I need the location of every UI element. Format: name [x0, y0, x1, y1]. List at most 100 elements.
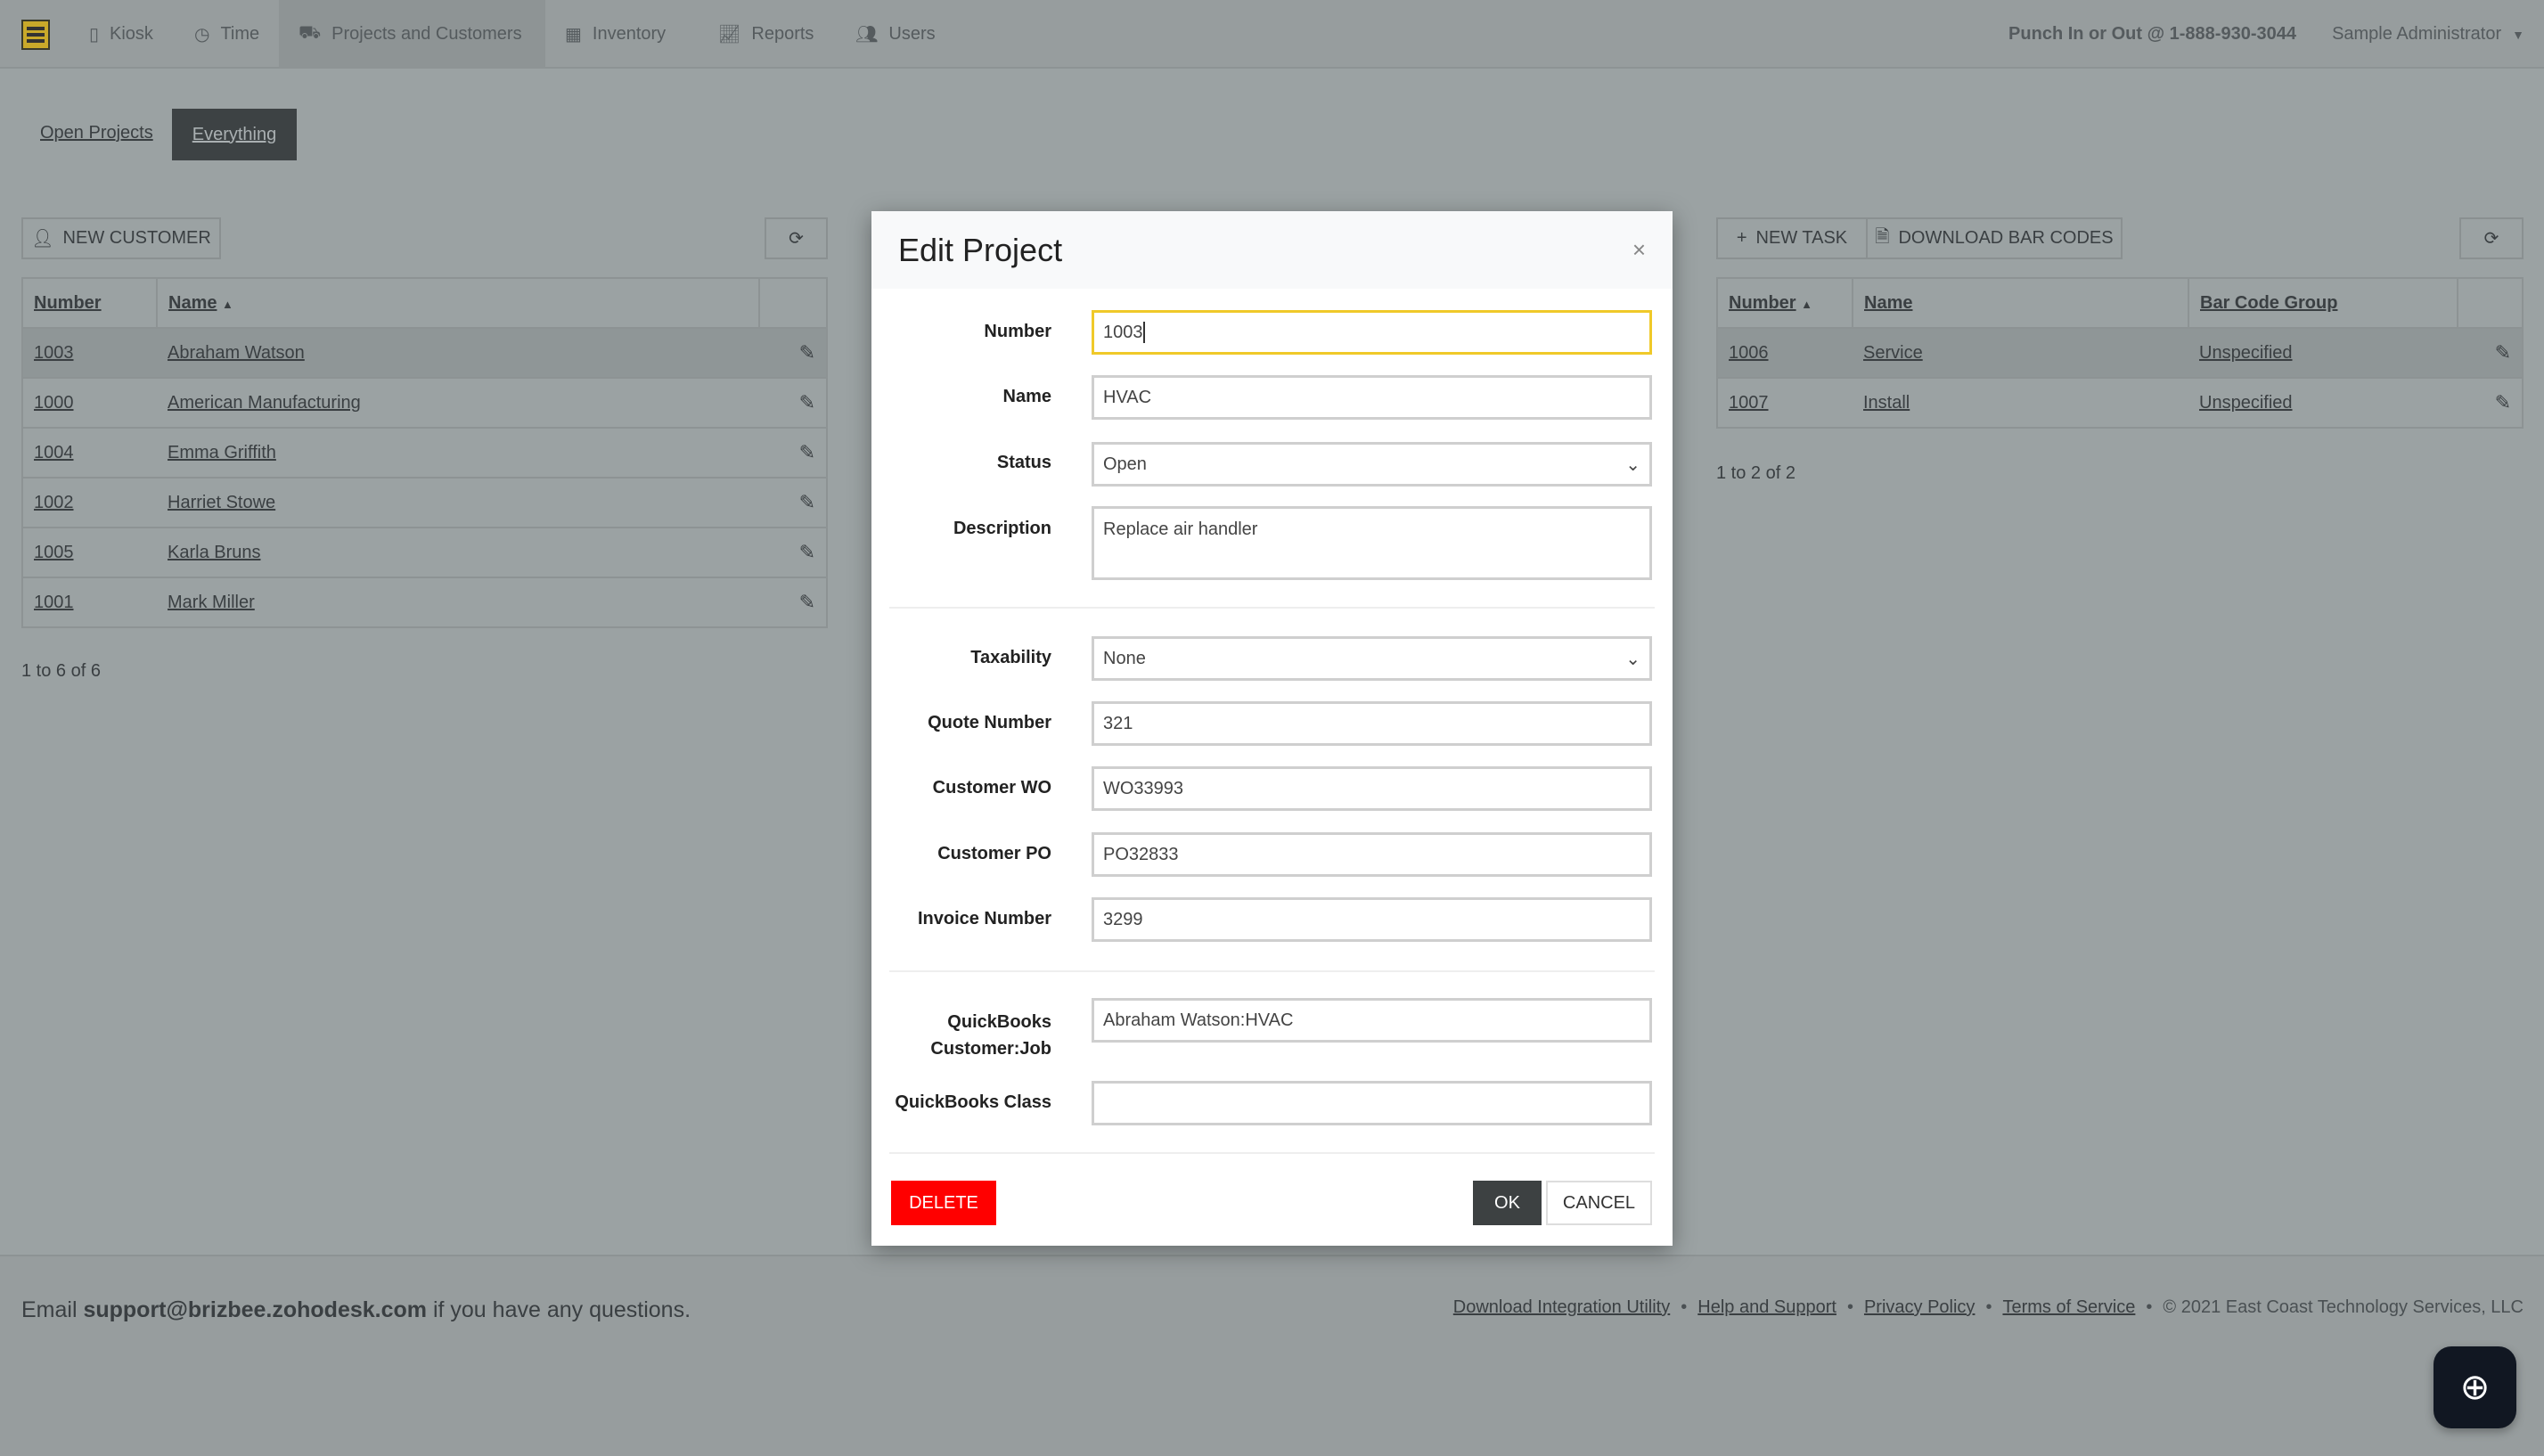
punch-phone: Punch In or Out @ 1-888-930-3044 — [2008, 24, 2296, 44]
table-row[interactable]: 1000 American Manufacturing ✎ — [22, 377, 827, 428]
number-input[interactable]: 1003 — [1092, 310, 1652, 355]
cell-link[interactable]: 1004 — [34, 443, 74, 462]
cell-link[interactable]: Karla Bruns — [168, 543, 261, 562]
nav-projects[interactable]: ⛟ Projects and Customers — [279, 0, 545, 69]
name-input[interactable]: HVAC — [1092, 375, 1652, 420]
table-row[interactable]: 1005 Karla Bruns ✎ — [22, 527, 827, 577]
name-label: Name — [1002, 387, 1051, 406]
nav-inventory[interactable]: ▦ Inventory — [565, 0, 666, 69]
cell-link[interactable]: Emma Griffith — [168, 443, 276, 462]
qb-class-input[interactable] — [1092, 1081, 1652, 1125]
col-bar-code-group[interactable]: Bar Code Group — [2188, 277, 2458, 328]
footer: Email support@brizbee.zohodesk.com if yo… — [0, 1255, 2544, 1456]
table-row[interactable]: 1003 Abraham Watson ✎ — [22, 327, 827, 378]
nav-time[interactable]: ◷ Time — [194, 0, 259, 69]
refresh-tasks-button[interactable]: ⟳ — [2459, 217, 2524, 259]
ok-button[interactable]: OK — [1473, 1181, 1542, 1225]
privacy-policy-link[interactable]: Privacy Policy — [1864, 1297, 1975, 1318]
number-label: Number — [984, 322, 1051, 341]
table-row[interactable]: 1002 Harriet Stowe ✎ — [22, 477, 827, 528]
taxability-select[interactable]: None ⌄ — [1092, 636, 1652, 681]
taxability-label: Taxability — [970, 648, 1051, 667]
logo[interactable] — [21, 20, 50, 50]
pencil-icon[interactable]: ✎ — [799, 491, 815, 513]
user-name: Sample Administrator — [2332, 24, 2502, 44]
download-bar-codes-button[interactable]: 🗎︎ DOWNLOAD BAR CODES — [1866, 217, 2123, 259]
cell-link[interactable]: 1000 — [34, 393, 74, 413]
pencil-icon[interactable]: ✎ — [799, 591, 815, 613]
file-download-icon: 🗎︎ — [1875, 226, 1890, 247]
cell-link[interactable]: American Manufacturing — [168, 393, 361, 413]
customer-wo-input[interactable]: WO33993 — [1092, 766, 1652, 811]
cell-link[interactable]: Unspecified — [2199, 393, 2293, 413]
cell-link[interactable]: Install — [1863, 393, 1910, 413]
cell-link[interactable]: Mark Miller — [168, 593, 255, 612]
table-row[interactable]: 1001 Mark Miller ✎ — [22, 577, 827, 627]
pencil-icon[interactable]: ✎ — [799, 441, 815, 463]
nav-reports[interactable]: 📈︎ Reports — [718, 0, 814, 69]
quote-number-input[interactable]: 321 — [1092, 701, 1652, 746]
customer-wo-label: Customer WO — [932, 778, 1051, 798]
new-task-button[interactable]: + NEW TASK — [1716, 217, 1868, 259]
help-support-link[interactable]: Help and Support — [1697, 1297, 1836, 1318]
invoice-number-input[interactable]: 3299 — [1092, 897, 1652, 942]
pencil-icon[interactable]: ✎ — [799, 341, 815, 364]
description-textarea[interactable]: Replace air handler — [1092, 506, 1652, 580]
user-menu[interactable]: Sample Administrator ▼ — [2332, 0, 2524, 69]
cell-link[interactable]: 1005 — [34, 543, 74, 562]
cell-link[interactable]: Service — [1863, 343, 1923, 363]
cell-link[interactable]: 1002 — [34, 493, 74, 512]
help-widget-button[interactable]: ⊕ — [2434, 1346, 2516, 1428]
customer-po-input[interactable]: PO32833 — [1092, 832, 1652, 877]
download-integration-link[interactable]: Download Integration Utility — [1453, 1297, 1670, 1318]
table-row[interactable]: 1006 Service Unspecified ✎ — [1717, 327, 2523, 378]
chevron-down-icon: ⌄ — [1625, 454, 1640, 475]
cell-link[interactable]: 1003 — [34, 343, 74, 363]
terms-link[interactable]: Terms of Service — [2002, 1297, 2135, 1318]
close-icon[interactable]: × — [1632, 236, 1646, 264]
customers-table: Number Name ▲ 1003 Abraham Watson ✎ 1000 Amer… — [21, 277, 828, 628]
description-label: Description — [953, 519, 1051, 538]
cell-link[interactable]: 1001 — [34, 593, 74, 612]
pencil-icon[interactable]: ✎ — [2495, 391, 2511, 413]
status-select[interactable]: Open ⌄ — [1092, 442, 1652, 487]
cell-link[interactable]: 1007 — [1729, 393, 1769, 413]
cell-link[interactable]: Abraham Watson — [168, 343, 305, 363]
table-row[interactable]: 1007 Install Unspecified ✎ — [1717, 377, 2523, 428]
refresh-icon: ⟳ — [789, 229, 804, 249]
col-name[interactable]: Name — [1853, 277, 2189, 328]
cell-link[interactable]: Unspecified — [2199, 343, 2293, 363]
tab-everything[interactable]: Everything — [172, 109, 297, 160]
col-number[interactable]: Number ▲ — [1717, 277, 1853, 328]
top-nav: ▯ Kiosk ◷ Time ⛟ Projects and Customers ▦ In… — [0, 0, 2544, 69]
qb-customer-job-input[interactable]: Abraham Watson:HVAC — [1092, 998, 1652, 1043]
customer-po-label: Customer PO — [937, 844, 1051, 863]
tab-open-projects[interactable]: Open Projects — [40, 123, 153, 143]
col-number[interactable]: Number — [22, 277, 158, 328]
tasks-count: 1 to 2 of 2 — [1716, 463, 1796, 483]
support-email-text: Email support@brizbee.zohodesk.com if yo… — [21, 1297, 691, 1322]
pencil-icon[interactable]: ✎ — [799, 391, 815, 413]
delete-button[interactable]: DELETE — [891, 1181, 996, 1225]
cell-link[interactable]: Harriet Stowe — [168, 493, 275, 512]
cell-link[interactable]: 1006 — [1729, 343, 1769, 363]
nav-kiosk[interactable]: ▯ Kiosk — [89, 0, 153, 69]
pencil-icon[interactable]: ✎ — [799, 541, 815, 563]
table-row[interactable]: 1004 Emma Griffith ✎ — [22, 427, 827, 478]
nav-label: Reports — [751, 24, 814, 44]
support-email[interactable]: support@brizbee.zohodesk.com — [83, 1297, 427, 1322]
pencil-icon[interactable]: ✎ — [2495, 341, 2511, 364]
refresh-icon: ⟳ — [2483, 229, 2499, 249]
button-label: DOWNLOAD BAR CODES — [1898, 228, 2114, 248]
divider — [889, 607, 1655, 609]
tasks-table: Number ▲ Name Bar Code Group 1006 Service Un… — [1716, 277, 2524, 429]
col-name[interactable]: Name ▲ — [157, 277, 760, 328]
nav-label: Time — [220, 24, 260, 44]
qb-class-label: QuickBooks Class — [895, 1092, 1051, 1112]
divider — [889, 970, 1655, 972]
refresh-customers-button[interactable]: ⟳ — [765, 217, 828, 259]
new-customer-button[interactable]: 👤︎ NEW CUSTOMER — [21, 217, 221, 259]
modal-header: Edit Project × — [871, 211, 1673, 289]
cancel-button[interactable]: CANCEL — [1546, 1181, 1652, 1225]
nav-users[interactable]: 👥︎ Users — [855, 0, 936, 69]
